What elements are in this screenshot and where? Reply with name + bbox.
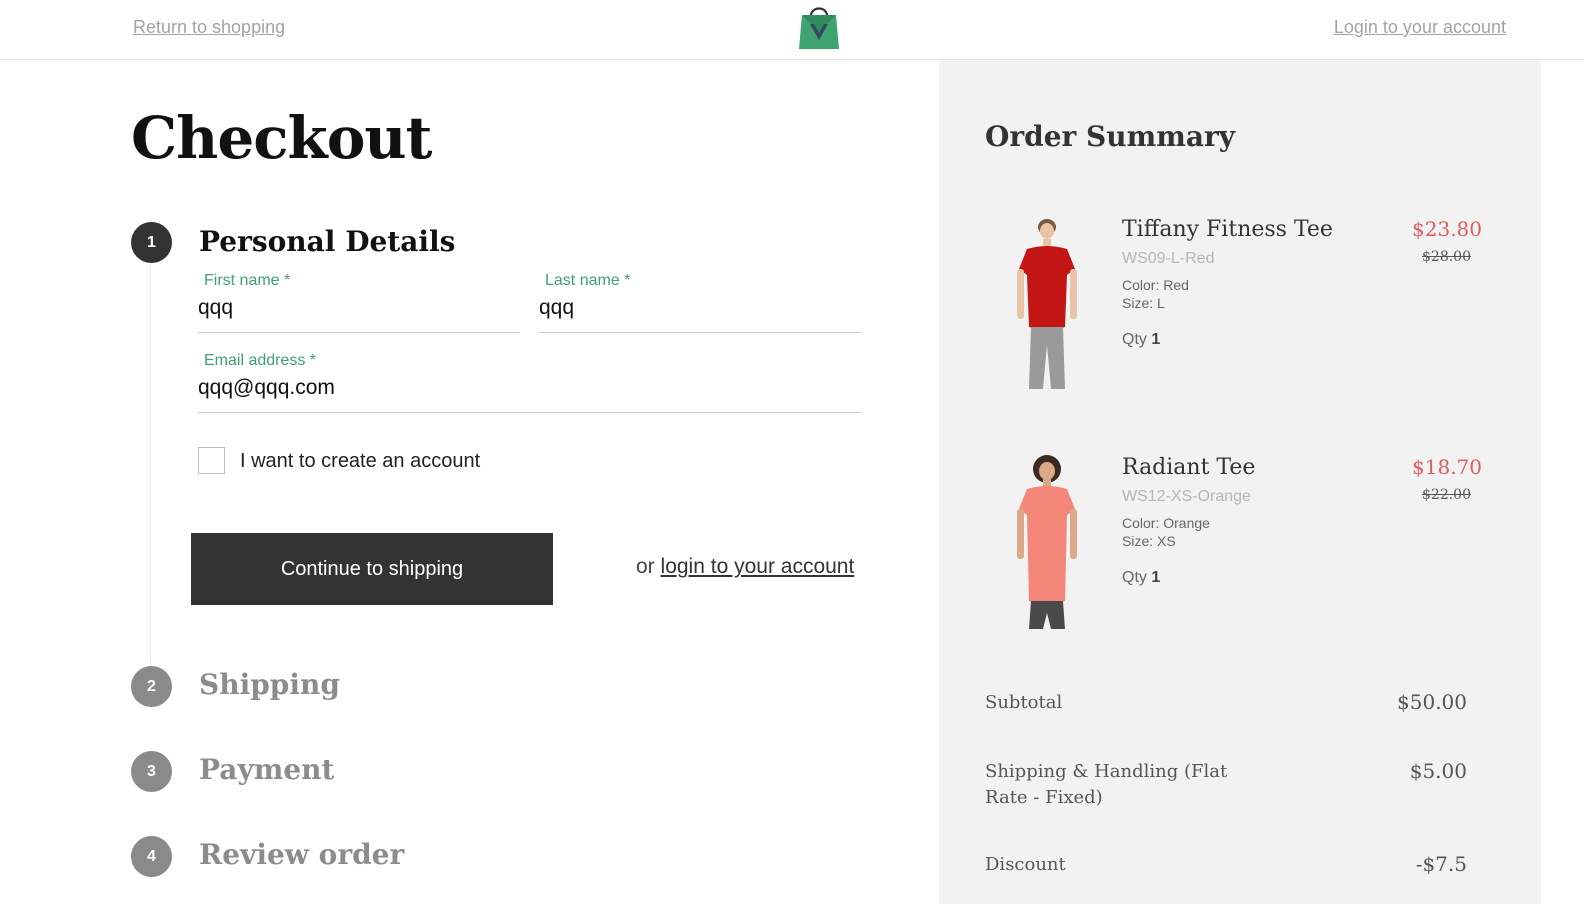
step-personal-details-title: Personal Details xyxy=(199,225,456,258)
product-qty: Qty 1 xyxy=(1122,569,1161,586)
shopping-bag-icon[interactable] xyxy=(798,2,840,50)
shipping-value: $5.00 xyxy=(1409,759,1467,783)
subtotal-label: Subtotal xyxy=(985,692,1063,713)
product-old-price: $22.00 xyxy=(1422,487,1471,503)
product-image-radiant-tee xyxy=(1017,455,1077,629)
product-image-tiffany-tee xyxy=(1017,219,1077,389)
order-summary-panel: Order Summary Tiffany Fitness Tee WS09-L… xyxy=(939,60,1541,904)
or-login-text: or login to your account xyxy=(636,555,854,579)
product-size: Size: L xyxy=(1122,295,1165,311)
step-payment-title[interactable]: Payment xyxy=(199,753,334,786)
login-account-link[interactable]: Login to your account xyxy=(1334,17,1506,38)
product-sku: WS12-XS-Orange xyxy=(1122,488,1251,505)
email-label: Email address * xyxy=(204,352,317,369)
order-item: Tiffany Fitness Tee WS09-L-Red Color: Re… xyxy=(939,217,1541,397)
return-to-shopping-link[interactable]: Return to shopping xyxy=(133,17,285,38)
shipping-label: Shipping & Handling (Flat Rate - Fixed) xyxy=(985,761,1228,808)
or-text: or xyxy=(636,555,655,578)
step-2-badge: 2 xyxy=(131,666,172,707)
first-name-field: First name * xyxy=(198,272,520,333)
order-item: Radiant Tee WS12-XS-Orange Color: Orange… xyxy=(939,455,1541,635)
product-size: Size: XS xyxy=(1122,533,1176,549)
create-account-checkbox[interactable] xyxy=(198,447,225,474)
email-input[interactable] xyxy=(198,376,861,400)
create-account-label[interactable]: I want to create an account xyxy=(240,450,480,473)
product-qty: Qty 1 xyxy=(1122,331,1161,348)
email-field: Email address * xyxy=(198,352,861,413)
product-price: $18.70 xyxy=(1412,455,1482,479)
product-price: $23.80 xyxy=(1412,217,1482,241)
last-name-label: Last name * xyxy=(545,272,631,289)
login-to-account-link[interactable]: login to your account xyxy=(661,555,855,578)
header: Return to shopping Login to your account xyxy=(0,0,1584,60)
product-color: Color: Orange xyxy=(1122,515,1210,531)
last-name-input[interactable] xyxy=(539,296,861,320)
first-name-input[interactable] xyxy=(198,296,520,320)
page-title: Checkout xyxy=(131,104,432,172)
checkout-page: Return to shopping Login to your account… xyxy=(0,0,1584,904)
subtotal-value: $50.00 xyxy=(1397,690,1467,714)
step-1-badge: 1 xyxy=(131,222,172,263)
product-color: Color: Red xyxy=(1122,277,1189,293)
first-name-label: First name * xyxy=(204,272,291,289)
order-summary-title: Order Summary xyxy=(985,120,1236,153)
product-name[interactable]: Tiffany Fitness Tee xyxy=(1122,217,1333,242)
step-connector-line xyxy=(150,262,151,662)
last-name-field: Last name * xyxy=(539,272,861,333)
step-4-badge: 4 xyxy=(131,836,172,877)
continue-to-shipping-button[interactable]: Continue to shipping xyxy=(191,533,553,605)
product-name[interactable]: Radiant Tee xyxy=(1122,455,1255,480)
step-shipping-title[interactable]: Shipping xyxy=(199,668,340,701)
step-review-order-title[interactable]: Review order xyxy=(199,838,404,871)
product-sku: WS09-L-Red xyxy=(1122,250,1215,267)
discount-label: Discount xyxy=(985,854,1066,875)
product-old-price: $28.00 xyxy=(1422,249,1471,265)
discount-value: -$7.5 xyxy=(1415,852,1467,876)
step-3-badge: 3 xyxy=(131,751,172,792)
